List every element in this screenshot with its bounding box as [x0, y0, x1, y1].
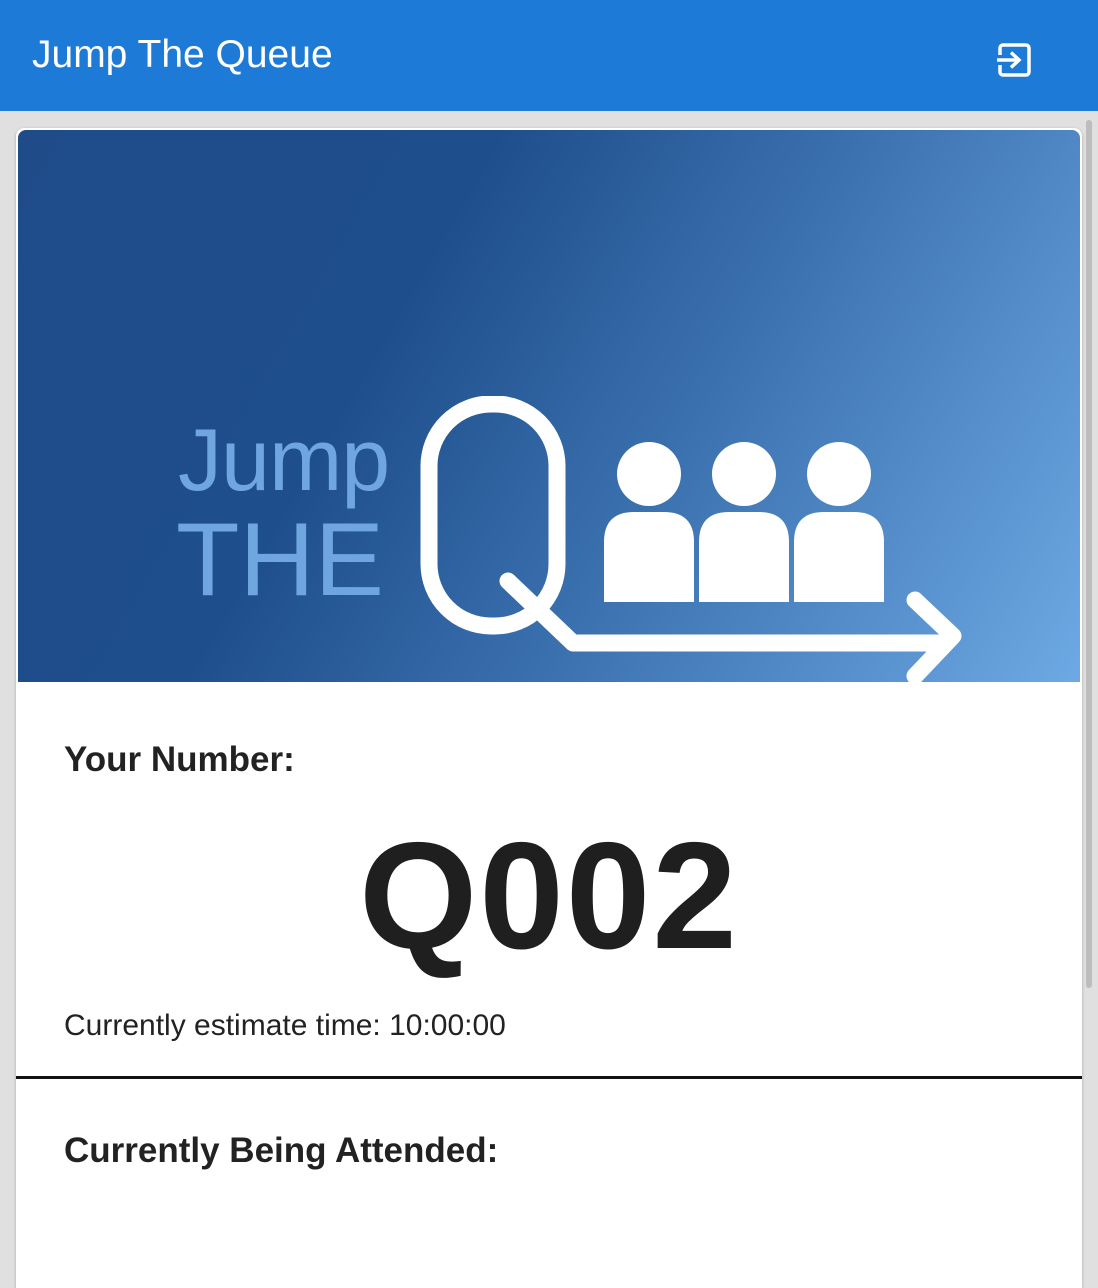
estimate-time-text: Currently estimate time: 10:00:00	[64, 1009, 506, 1042]
logo-text-the: THE	[176, 502, 384, 618]
queue-people-arrow-icon	[420, 396, 962, 682]
banner-image: Jump THE	[18, 130, 1080, 682]
section-divider	[16, 1076, 1082, 1079]
your-number-label: Your Number:	[64, 740, 295, 779]
queue-card: Jump THE Your Number: Q002 Currently est…	[16, 128, 1082, 1288]
logo-text-jump: Jump	[178, 410, 390, 509]
app-toolbar: Jump The Queue	[0, 0, 1098, 111]
app-title: Jump The Queue	[32, 33, 333, 76]
logout-button[interactable]	[986, 34, 1042, 86]
logout-icon	[996, 43, 1031, 77]
page-scrollbar[interactable]	[1086, 120, 1092, 988]
currently-attended-label: Currently Being Attended:	[64, 1131, 499, 1170]
ticket-number: Q002	[359, 811, 739, 981]
